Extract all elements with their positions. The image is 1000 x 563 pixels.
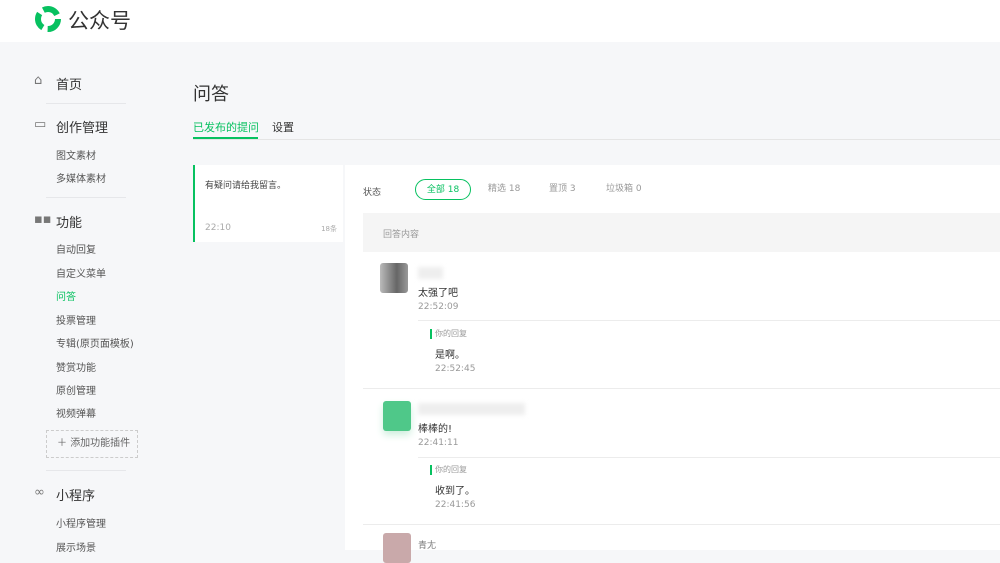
- inbox-icon: ▭: [34, 117, 47, 132]
- add-plugin-button[interactable]: ＋ 添加功能插件: [46, 430, 138, 458]
- comment-text: 太强了吧: [418, 288, 458, 299]
- sidebar-item-showcase[interactable]: 展示场景: [56, 539, 96, 554]
- divider: [418, 320, 1000, 321]
- top-header: 公众号: [0, 0, 1000, 42]
- comment-text: 棒棒的!: [418, 424, 453, 435]
- column-header-answer: 回答内容: [383, 230, 420, 240]
- filter-all[interactable]: 全部 18: [415, 179, 471, 200]
- divider: [46, 103, 126, 104]
- sidebar-item-reward[interactable]: 赞赏功能: [56, 359, 96, 374]
- sidebar-item-custom-menu[interactable]: 自定义菜单: [56, 265, 106, 280]
- reply-marker: [430, 465, 432, 475]
- tab-settings[interactable]: 设置: [272, 119, 294, 135]
- brand-title: 公众号: [68, 9, 131, 33]
- comment-time: 22:52:09: [418, 302, 459, 312]
- sidebar-item-miniprogram-manage[interactable]: 小程序管理: [56, 515, 106, 530]
- question-time: 22:10: [205, 223, 231, 233]
- reply-text: 收到了。: [435, 486, 475, 497]
- reply-label: 你的回复: [435, 465, 467, 474]
- blurred-username: [418, 403, 525, 415]
- filter-count: 18: [447, 185, 460, 195]
- divider: [46, 470, 126, 471]
- page-title: 问答: [193, 84, 229, 105]
- sidebar-item-home[interactable]: 首页: [56, 74, 82, 93]
- comment-time: 22:41:11: [418, 438, 459, 448]
- sidebar-item-miniprogram[interactable]: 小程序: [56, 485, 95, 504]
- sidebar-item-album[interactable]: 专辑(原页面模板): [56, 335, 134, 350]
- add-plugin-label: 添加功能插件: [70, 438, 131, 449]
- filter-pinned[interactable]: 置顶 3: [549, 179, 576, 200]
- avatar: [380, 263, 408, 293]
- sidebar-item-auto-reply[interactable]: 自动回复: [56, 241, 96, 256]
- reply-time: 22:41:56: [435, 500, 476, 510]
- avatar: [383, 401, 411, 431]
- filter-count: 0: [635, 184, 642, 194]
- filter-trash[interactable]: 垃圾箱 0: [606, 179, 642, 200]
- sidebar-item-image-text[interactable]: 图文素材: [56, 147, 96, 162]
- filter-count: 18: [508, 184, 521, 194]
- reply-text: 是啊。: [435, 350, 465, 361]
- tab-published[interactable]: 已发布的提问: [193, 119, 259, 135]
- question-card[interactable]: 有疑问请给我留言。 22:10 18条: [193, 165, 343, 242]
- home-icon: ⌂: [34, 73, 43, 88]
- status-label: 状态: [363, 188, 382, 198]
- divider: [363, 524, 1000, 525]
- active-tab-indicator: [193, 137, 258, 139]
- divider: [46, 197, 126, 198]
- avatar: [383, 533, 411, 563]
- grid-icon: ▪▪: [34, 212, 52, 227]
- reply-time: 22:52:45: [435, 364, 476, 374]
- sidebar-item-features[interactable]: 功能: [56, 212, 82, 231]
- sidebar-item-qa[interactable]: 问答: [56, 288, 76, 303]
- table-header: 回答内容: [363, 213, 1000, 252]
- filter-label: 全部: [426, 185, 445, 195]
- question-text: 有疑问请给我留言。: [205, 181, 287, 191]
- filter-label: 置顶: [549, 184, 568, 194]
- wechat-logo-icon: [35, 6, 61, 32]
- filter-featured[interactable]: 精选 18: [488, 179, 520, 200]
- filter-label: 垃圾箱: [606, 184, 634, 194]
- blurred-username: [418, 267, 443, 279]
- sidebar-item-danmaku[interactable]: 视频弹幕: [56, 405, 96, 420]
- filter-count: 3: [569, 184, 576, 194]
- sidebar-item-original[interactable]: 原创管理: [56, 382, 96, 397]
- reply-marker: [430, 329, 432, 339]
- link-icon: ∞: [34, 485, 45, 500]
- sidebar-item-creation[interactable]: 创作管理: [56, 117, 108, 136]
- sidebar-item-vote[interactable]: 投票管理: [56, 312, 96, 327]
- filter-label: 精选: [488, 184, 507, 194]
- reply-label: 你的回复: [435, 329, 467, 338]
- divider: [418, 457, 1000, 458]
- tab-divider: [193, 139, 1000, 140]
- question-count: 18条: [321, 225, 337, 233]
- divider: [363, 388, 1000, 389]
- sidebar-item-media[interactable]: 多媒体素材: [56, 170, 106, 185]
- plus-icon: ＋: [57, 438, 71, 449]
- comment-username: 青尢: [418, 541, 437, 551]
